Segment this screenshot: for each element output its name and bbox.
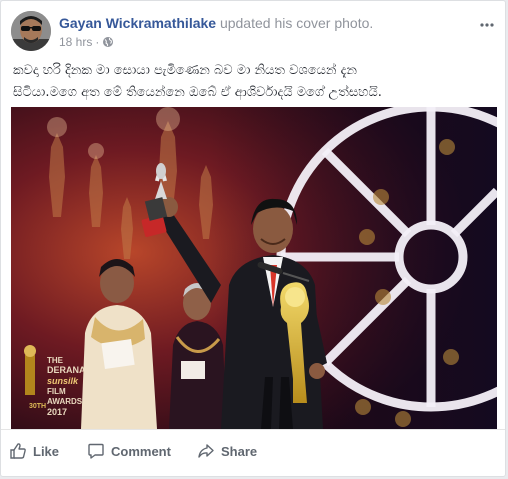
author-name[interactable]: Gayan Wickramathilake [59,15,216,31]
share-button[interactable]: Share [197,442,257,462]
post-action-text: updated his cover photo. [216,15,374,31]
globe-icon[interactable] [102,36,114,52]
logo-line-5: AWARDS [47,397,83,406]
meta-separator: · [95,35,100,49]
share-label: Share [221,444,258,459]
like-label: Like [33,444,60,459]
more-options-icon[interactable] [477,13,497,29]
post-text: කවදා හරි දිනක මා සොයා පැමිණෙන බව මා නියත… [13,60,493,104]
avatar-image [11,11,51,51]
cover-photo[interactable]: 30TH THE DERANA sunsilk FILM AWARDS 2017 [11,107,497,429]
logo-side-text: 30TH [29,403,46,410]
share-arrow-icon [197,442,215,466]
comment-label: Comment [111,444,171,459]
post-actions: Like Comment Share [1,429,505,476]
cover-photo-image: 30TH THE DERANA sunsilk FILM AWARDS 2017 [11,107,497,429]
author-avatar[interactable] [11,11,51,51]
logo-line-6: 2017 [47,407,67,417]
post-text-line-1: කවදා හරි දිනක මා සොයා පැමිණෙන බව මා නියත… [13,63,357,78]
post-timestamp[interactable]: 18 hrs [59,35,92,49]
like-button[interactable]: Like [9,442,59,462]
post-header: Gayan Wickramathilake updated his cover … [11,11,497,53]
comment-icon [87,442,105,466]
thumbs-up-icon [9,442,27,466]
logo-line-4: FILM [47,387,66,396]
logo-line-1: THE [47,356,64,365]
post-card: Gayan Wickramathilake updated his cover … [0,0,506,477]
author-line: Gayan Wickramathilake updated his cover … [59,14,373,32]
logo-line-3: sunsilk [47,376,79,386]
post-text-line-2: සිටියා.මගෙ අත මේ තියෙන්නෙ ඔබේ ඒ ආශිර්වාද… [13,85,382,100]
logo-line-2: DERANA [47,365,86,375]
post-meta: 18 hrs · [59,34,114,52]
comment-button[interactable]: Comment [87,442,171,462]
